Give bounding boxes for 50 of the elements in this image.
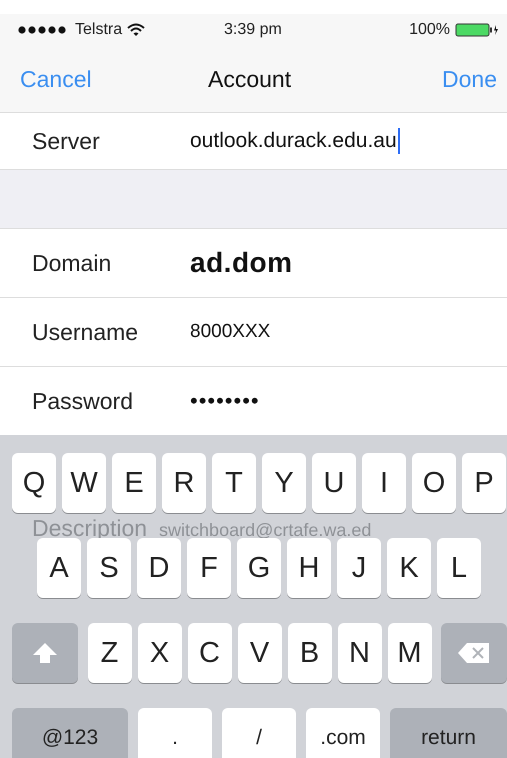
keyboard-key[interactable]: H [287,538,331,598]
keyboard-key[interactable]: I [362,453,406,513]
battery-icon [455,23,499,37]
keyboard-key[interactable]: U [312,453,356,513]
input-field[interactable]: ad.dom [190,247,293,279]
input-field[interactable]: •••••••• [190,388,260,414]
field-label: Username [32,318,140,346]
wifi-icon [127,23,146,37]
keyboard-key[interactable]: O [412,453,456,513]
keyboard-key[interactable]: B [288,623,332,683]
keyboard-key[interactable]: G [237,538,281,598]
keyboard-key[interactable]: T [212,453,256,513]
input-field[interactable]: 8000XXX [190,321,270,343]
keyboard-key[interactable]: D [137,538,181,598]
carrier-name: Telstra [75,21,122,39]
keyboard-key[interactable]: W [62,453,106,513]
keyboard-key[interactable]: K [387,538,431,598]
keyboard-key[interactable]: P [462,453,506,513]
keyboard-key[interactable]: V [238,623,282,683]
keyboard-key[interactable]: .com [306,708,380,758]
field-label: Password [32,388,134,414]
keyboard-key[interactable]: M [388,623,432,683]
field-label: Server [32,128,101,154]
keyboard-key[interactable]: return [390,708,507,758]
keyboard-key[interactable]: N [338,623,382,683]
clock-time: 3:39 pm [224,21,282,39]
keyboard-key[interactable]: F [187,538,231,598]
keyboard-key[interactable]: E [112,453,156,513]
battery-percent: 100% [409,21,450,39]
keyboard-key[interactable]: Q [12,453,56,513]
field-value: switchboard@crtafe.wa.ed [159,520,372,541]
keyboard-key[interactable]: Z [88,623,132,683]
keyboard-key[interactable]: L [437,538,481,598]
keyboard-key[interactable]: / [222,708,296,758]
keyboard-key[interactable]: J [337,538,381,598]
keyboard-key[interactable]: . [138,708,212,758]
keyboard-key[interactable]: Y [262,453,306,513]
keyboard-key[interactable]: C [188,623,232,683]
shift-key[interactable] [12,623,78,683]
keyboard-key[interactable]: X [138,623,182,683]
keyboard-key[interactable]: A [37,538,81,598]
server-field[interactable]: outlook.durack.edu.au [190,128,400,154]
field-label: Domain [32,250,112,276]
shift-arrow-icon [31,641,59,665]
nav-title: Account [208,66,292,92]
keyboard-key[interactable]: @123 [12,708,128,758]
keyboard-key[interactable]: S [87,538,131,598]
backspace-icon [457,641,491,665]
keyboard-key[interactable]: R [162,453,206,513]
delete-key[interactable] [441,623,507,683]
